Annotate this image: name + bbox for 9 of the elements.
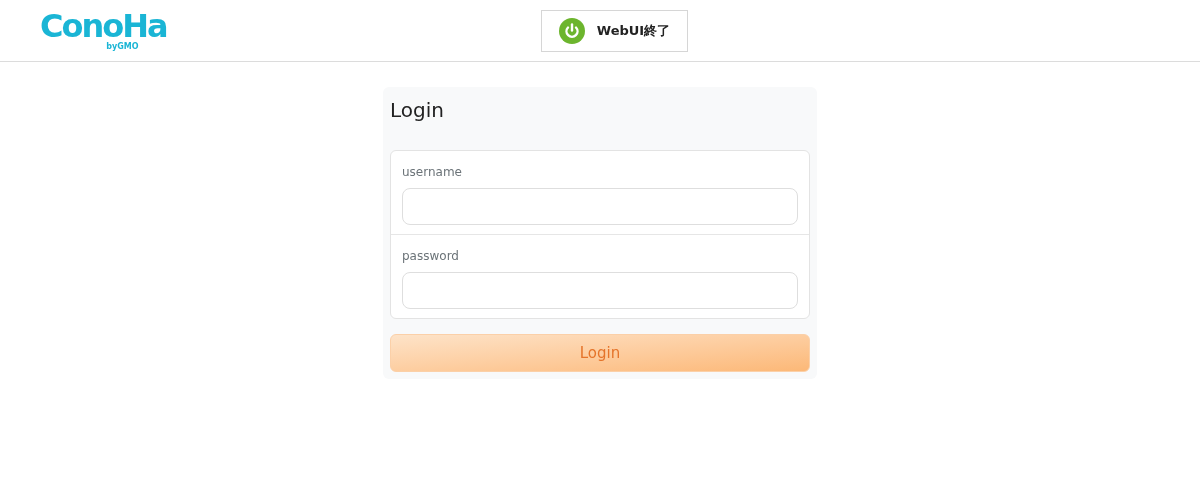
input-field[interactable] [402,272,798,309]
field-label: username [402,164,463,180]
logo-byline: byGMO [106,42,139,51]
shutdown-button[interactable]: WebUI終了 [541,9,688,52]
power-icon [558,17,585,44]
card-title: Login [390,97,445,123]
field-label: password [402,248,460,264]
input-field[interactable] [402,188,798,225]
logo-text: ConoHa [40,10,167,42]
